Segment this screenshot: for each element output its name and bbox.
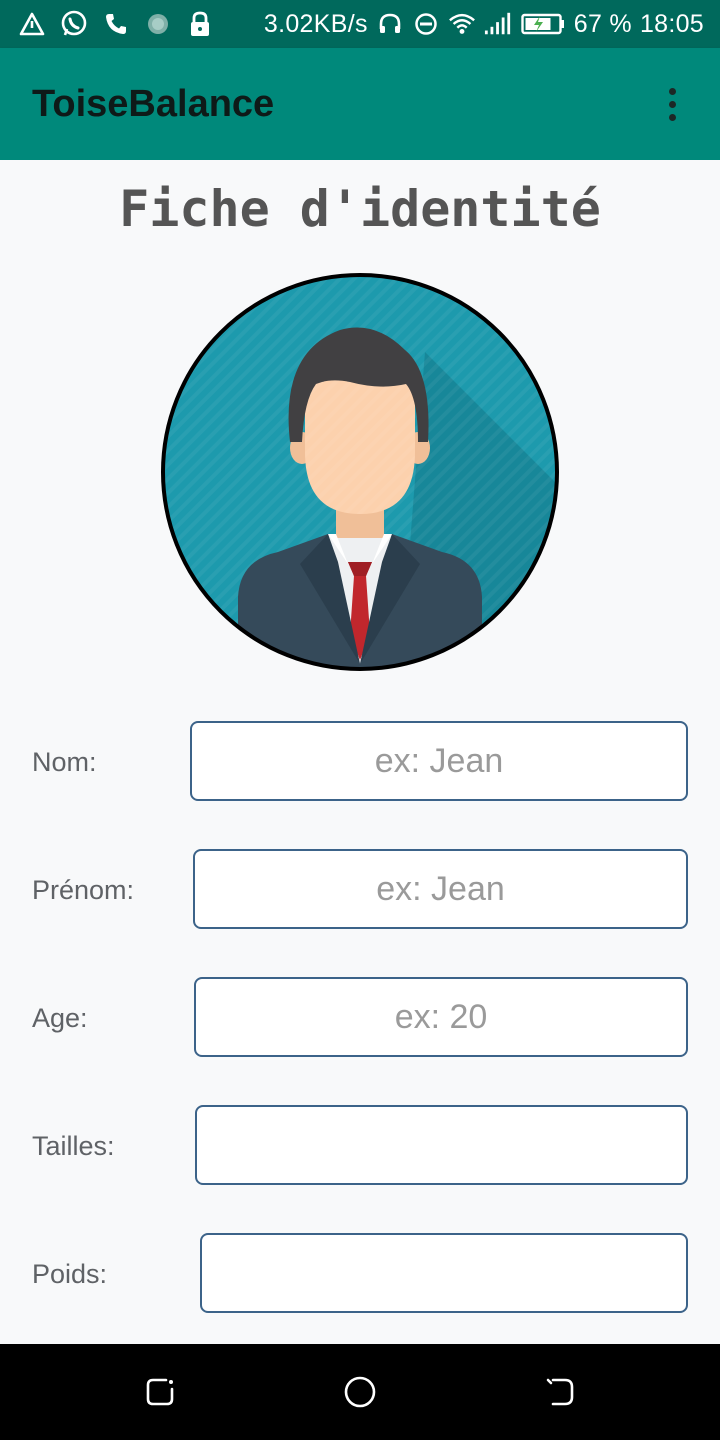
back-icon[interactable]	[540, 1372, 580, 1412]
battery-percent: 67 %	[573, 9, 632, 38]
headphones-icon	[376, 10, 404, 38]
status-bar: 3.02KB/s 67 % 18:05	[0, 0, 720, 48]
form-row-age: Age:	[0, 977, 720, 1057]
form-row-tailles: Tailles:	[0, 1105, 720, 1185]
form-row-prenom: Prénom:	[0, 849, 720, 929]
age-label: Age:	[32, 1003, 88, 1033]
prenom-label: Prénom:	[32, 875, 135, 905]
nom-label: Nom:	[32, 747, 97, 777]
clock: 18:05	[639, 9, 704, 38]
network-speed: 3.02KB/s	[263, 9, 368, 38]
home-icon[interactable]	[340, 1372, 380, 1412]
sync-icon	[144, 10, 172, 38]
app-title: ToiseBalance	[32, 82, 275, 125]
recent-apps-icon[interactable]	[140, 1372, 180, 1412]
form-row-poids: Poids:	[0, 1233, 720, 1313]
status-right-icons: 3.02KB/s 67 % 18:05	[264, 10, 704, 39]
wifi-icon	[448, 10, 476, 38]
status-left-icons	[18, 10, 214, 38]
do-not-disturb-icon	[412, 10, 440, 38]
lock-icon	[186, 10, 214, 38]
businessman-avatar-icon	[161, 273, 559, 671]
prenom-input[interactable]	[193, 849, 688, 929]
warning-triangle-icon	[18, 10, 46, 38]
page-title: Fiche d'identité	[119, 180, 601, 238]
signal-icon	[484, 10, 512, 38]
tailles-input[interactable]	[195, 1105, 688, 1185]
app-bar: ToiseBalance	[0, 48, 720, 160]
poids-input[interactable]	[200, 1233, 688, 1313]
overflow-menu-icon[interactable]	[656, 80, 688, 128]
nom-input[interactable]	[190, 721, 688, 801]
age-input[interactable]	[194, 977, 688, 1057]
poids-label: Poids:	[32, 1259, 108, 1289]
phone-icon	[102, 10, 130, 38]
tailles-label: Tailles:	[32, 1131, 115, 1161]
navigation-bar	[0, 1344, 720, 1440]
whatsapp-icon	[60, 10, 88, 38]
battery-charging-icon	[520, 10, 566, 38]
form-row-nom: Nom:	[0, 721, 720, 801]
main-content: Fiche d'identité Nom: ex: Jean Prénom: e…	[0, 160, 720, 1344]
